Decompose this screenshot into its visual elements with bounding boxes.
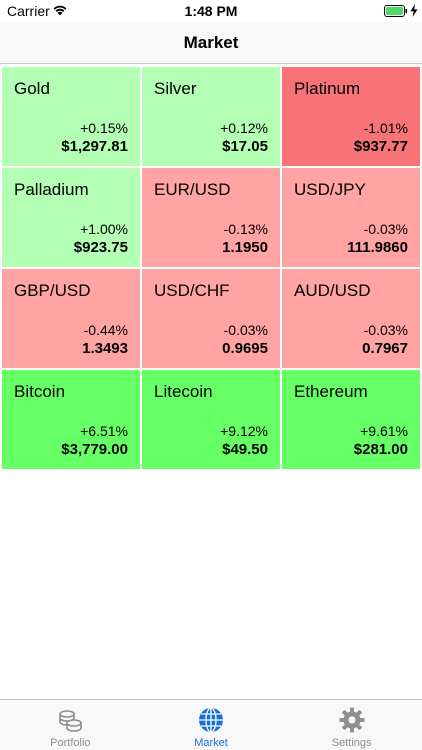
charging-bolt-icon [410, 4, 418, 17]
status-bar: Carrier 1:48 PM [0, 0, 422, 22]
tile-change: -0.03% [363, 221, 408, 237]
tab-market[interactable]: Market [141, 700, 282, 750]
tile-name: Palladium [14, 180, 89, 199]
market-grid: Gold +0.15% $1,297.81 Silver +0.12% $17.05 Pla… [2, 67, 420, 469]
tab-portfolio[interactable]: Portfolio [0, 700, 141, 750]
tile-price: $281.00 [353, 441, 408, 458]
tab-label-market: Market [194, 737, 228, 749]
market-tile[interactable]: Platinum -1.01% $937.77 [282, 67, 420, 166]
battery-icon [384, 5, 408, 17]
tile-change: +0.12% [220, 120, 268, 136]
tile-name: Gold [14, 79, 50, 98]
tile-name: Platinum [294, 79, 361, 98]
tile-change: +6.51% [80, 423, 128, 439]
screen: Carrier 1:48 PM Market Gold +0.15% $1,297.… [0, 0, 422, 750]
tile-change: +1.00% [80, 221, 128, 237]
tab-bar: Portfolio Market Settings [0, 699, 422, 750]
tile-change: -0.13% [223, 221, 268, 237]
tile-price: $937.77 [353, 138, 408, 155]
tile-change: -0.03% [223, 322, 268, 338]
tile-change: -0.03% [363, 322, 408, 338]
market-tile[interactable]: USD/JPY -0.03% 111.9860 [282, 168, 420, 267]
tile-price: 0.7967 [362, 340, 408, 357]
market-tile[interactable]: USD/CHF -0.03% 0.9695 [142, 269, 280, 368]
tile-price: 1.1950 [222, 239, 268, 256]
market-tile[interactable]: Bitcoin +6.51% $3,779.00 [2, 370, 140, 469]
tile-name: USD/JPY [294, 180, 366, 199]
coins-icon [59, 710, 83, 732]
tile-change: +0.15% [80, 120, 128, 136]
tile-name: GBP/USD [14, 281, 91, 300]
tile-price: $49.50 [222, 441, 268, 458]
tab-label-portfolio: Portfolio [50, 737, 91, 749]
navigation-bar: Market [0, 22, 422, 64]
tile-price: 0.9695 [222, 340, 268, 357]
tile-name: Bitcoin [14, 382, 66, 401]
tile-price: $17.05 [222, 138, 268, 155]
tile-change: +9.61% [360, 423, 408, 439]
market-tile[interactable]: Palladium +1.00% $923.75 [2, 168, 140, 267]
gear-icon [339, 707, 365, 733]
tile-name: USD/CHF [154, 281, 230, 300]
tile-name: AUD/USD [294, 281, 371, 300]
tile-change: -1.01% [363, 120, 408, 136]
tile-change: +9.12% [220, 423, 268, 439]
tile-change: -0.44% [83, 322, 128, 338]
tile-price: 1.3493 [82, 340, 128, 357]
tile-name: Litecoin [154, 382, 213, 401]
status-time: 1:48 PM [184, 3, 238, 19]
page-title: Market [183, 33, 239, 52]
tile-name: EUR/USD [154, 180, 231, 199]
tab-settings[interactable]: Settings [281, 700, 422, 750]
market-tile[interactable]: AUD/USD -0.03% 0.7967 [282, 269, 420, 368]
globe-icon [199, 707, 223, 733]
market-tile[interactable]: EUR/USD -0.13% 1.1950 [142, 168, 280, 267]
tile-price: 111.9860 [347, 239, 408, 256]
market-tile[interactable]: Litecoin +9.12% $49.50 [142, 370, 280, 469]
tile-name: Silver [154, 79, 197, 98]
market-tile[interactable]: Silver +0.12% $17.05 [142, 67, 280, 166]
market-tile[interactable]: Gold +0.15% $1,297.81 [2, 67, 140, 166]
tile-price: $1,297.81 [61, 138, 128, 155]
tab-label-settings: Settings [331, 737, 372, 749]
tile-price: $923.75 [73, 239, 128, 256]
market-tile[interactable]: GBP/USD -0.44% 1.3493 [2, 269, 140, 368]
tile-price: $3,779.00 [61, 441, 128, 458]
market-tile[interactable]: Ethereum +9.61% $281.00 [282, 370, 420, 469]
tile-name: Ethereum [294, 382, 368, 401]
